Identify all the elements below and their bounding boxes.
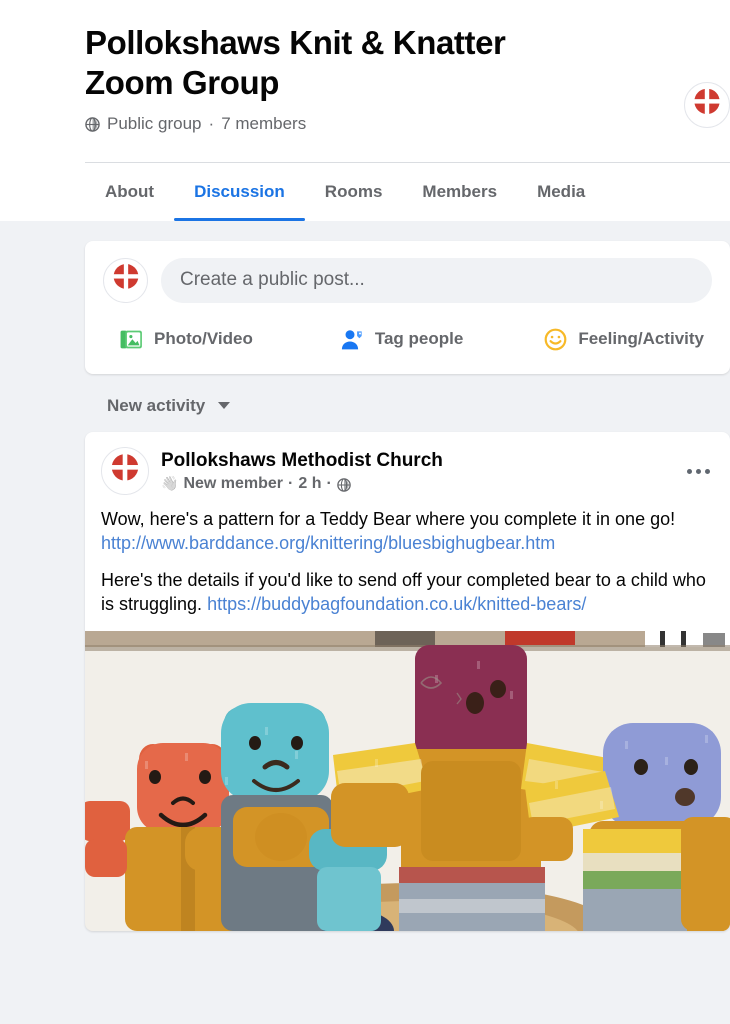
globe-icon (337, 478, 351, 493)
post-timestamp[interactable]: 2 h (298, 475, 321, 493)
facebook-group-page: Pollokshaws Knit & Knatter Zoom Group Pu… (0, 0, 730, 1024)
group-avatar[interactable] (684, 82, 730, 128)
feeling-activity-icon (543, 327, 568, 352)
tab-discussion[interactable]: Discussion (174, 163, 305, 221)
globe-icon (85, 117, 100, 132)
post-link-1[interactable]: http://www.barddance.org/knittering/blue… (101, 533, 555, 553)
feed-sort-control[interactable]: New activity (85, 374, 231, 432)
methodist-cross-logo-icon (693, 88, 721, 116)
tag-people-icon (340, 327, 365, 352)
feed-column: Photo/Video Tag people (0, 220, 730, 997)
post-paragraph-2: Here's the details if you'd like to send… (101, 568, 714, 617)
create-post-input[interactable] (161, 257, 712, 303)
group-meta: Public group · 7 members (85, 114, 730, 134)
feed-sort-label: New activity (107, 395, 206, 415)
post-photo[interactable] (85, 630, 730, 931)
tab-rooms[interactable]: Rooms (305, 163, 403, 221)
composer-action-row: Photo/Video Tag people Feeling/Activity (103, 303, 712, 374)
post-badge-label: New member (183, 475, 284, 493)
composer-avatar[interactable] (103, 257, 148, 303)
photo-video-icon (119, 327, 144, 352)
methodist-cross-logo-icon (111, 453, 139, 481)
group-members-count: 7 members (221, 113, 307, 133)
feeling-activity-button[interactable]: Feeling/Activity (527, 319, 720, 360)
group-nav-tabs: About Discussion Rooms Members Media (0, 162, 730, 221)
post-header: Pollokshaws Methodist Church 👋 New membe… (85, 432, 730, 495)
tab-members[interactable]: Members (402, 163, 517, 221)
methodist-cross-logo-icon (112, 263, 139, 290)
post-meta: 👋 New member · 2 h · (161, 475, 714, 493)
post-composer-card: Photo/Video Tag people (85, 240, 730, 374)
photo-video-label: Photo/Video (154, 329, 253, 348)
post-text-body: Wow, here's a pattern for a Teddy Bear w… (85, 495, 730, 631)
tab-discussion-label: Discussion (194, 181, 285, 201)
group-header: Pollokshaws Knit & Knatter Zoom Group Pu… (0, 0, 730, 163)
tab-media-label: Media (537, 181, 586, 201)
waving-hand-icon: 👋 (161, 475, 179, 492)
post-card: Pollokshaws Methodist Church 👋 New membe… (85, 431, 730, 931)
more-options-icon[interactable] (680, 454, 716, 490)
group-privacy-label: Public group (107, 113, 202, 133)
tag-people-button[interactable]: Tag people (324, 319, 479, 360)
post-author-name[interactable]: Pollokshaws Methodist Church (161, 449, 714, 473)
post-meta-separator-2: · (326, 475, 332, 493)
post-author-avatar[interactable] (101, 446, 149, 495)
feeling-activity-label: Feeling/Activity (578, 329, 704, 348)
post-meta-separator-1: · (288, 475, 294, 493)
post-link-2[interactable]: https://buddybagfoundation.co.uk/knitted… (207, 594, 586, 614)
knitted-teddy-bears-photo (85, 630, 730, 931)
tab-rooms-label: Rooms (324, 181, 383, 201)
tab-about[interactable]: About (85, 163, 174, 221)
page-title: Pollokshaws Knit & Knatter Zoom Group (85, 24, 506, 102)
tab-about-label: About (105, 181, 155, 201)
tag-people-label: Tag people (374, 329, 464, 348)
tab-media[interactable]: Media (517, 163, 605, 221)
post-paragraph-1-text: Wow, here's a pattern for a Teddy Bear w… (101, 508, 676, 529)
tab-members-label: Members (422, 181, 498, 201)
photo-video-button[interactable]: Photo/Video (103, 319, 269, 360)
chevron-down-icon (218, 402, 231, 409)
group-meta-separator: · (208, 113, 215, 133)
post-paragraph-1: Wow, here's a pattern for a Teddy Bear w… (101, 507, 714, 556)
